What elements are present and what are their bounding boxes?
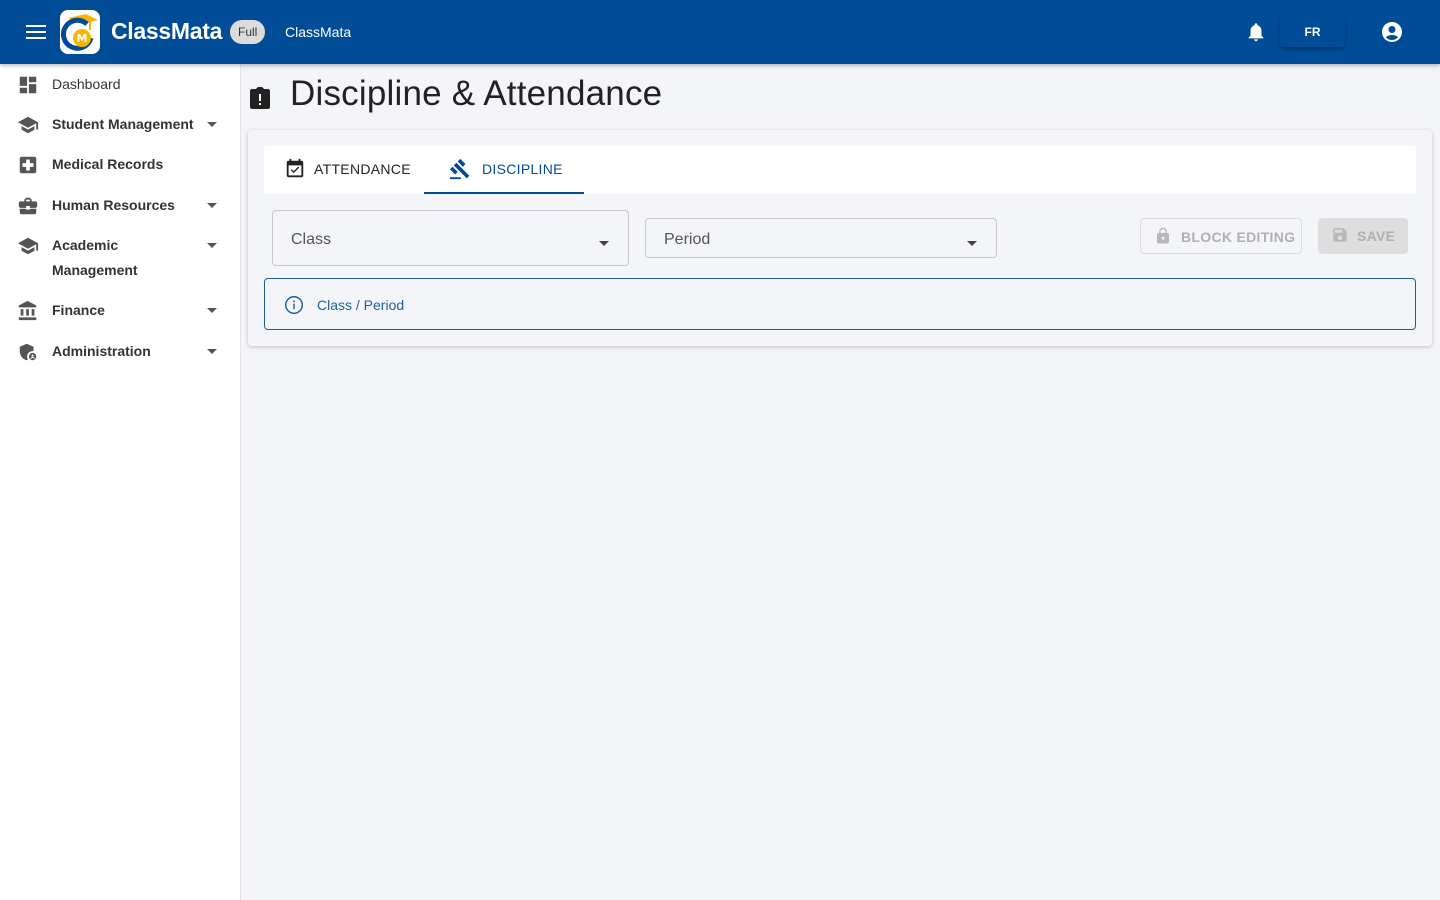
bank-icon xyxy=(17,300,39,322)
app-logo[interactable]: M xyxy=(60,10,100,54)
tab-label: DISCIPLINE xyxy=(482,161,563,177)
sidebar-item-label: Human Resources xyxy=(52,197,175,213)
sidebar-item-administration[interactable]: Administration xyxy=(0,339,240,379)
tab-label: ATTENDANCE xyxy=(314,161,411,177)
sidebar-item-label: Dashboard xyxy=(52,76,121,92)
chevron-down-icon xyxy=(966,235,978,246)
account-circle-icon[interactable] xyxy=(1380,20,1404,44)
info-alert: Class / Period xyxy=(264,278,1416,330)
chevron-down-icon[interactable] xyxy=(205,304,219,318)
info-message: Class / Period xyxy=(317,297,405,313)
brand-name: ClassMata xyxy=(111,18,223,44)
save-label: SAVE xyxy=(1357,228,1396,244)
chevron-down-icon[interactable] xyxy=(205,239,219,253)
block-editing-button[interactable]: BLOCK EDITING xyxy=(1140,218,1302,254)
class-select-label: Class xyxy=(291,231,332,248)
sidebar-item-label: Finance xyxy=(52,302,105,318)
page-title: Discipline & Attendance xyxy=(290,74,663,113)
medical-icon xyxy=(17,154,39,176)
save-button[interactable]: SAVE xyxy=(1318,218,1408,254)
sidebar-item-label: Academic Management xyxy=(52,237,138,278)
period-select[interactable]: Period xyxy=(645,218,997,258)
menu-icon[interactable] xyxy=(24,20,48,44)
discipline-card: ATTENDANCE DISCIPLINE Class Period BLOCK… xyxy=(248,130,1432,346)
plan-badge: Full xyxy=(230,20,266,44)
dashboard-icon xyxy=(17,74,39,96)
chevron-down-icon[interactable] xyxy=(205,345,219,359)
period-select-label: Period xyxy=(664,231,711,248)
block-editing-label: BLOCK EDITING xyxy=(1181,229,1296,245)
tab-discipline[interactable]: DISCIPLINE xyxy=(424,146,584,194)
clipboard-alert-icon xyxy=(249,86,271,110)
language-button[interactable]: FR xyxy=(1280,17,1345,47)
lock-icon xyxy=(1154,227,1172,245)
sidebar-item-label: Administration xyxy=(52,343,151,359)
svg-text:M: M xyxy=(77,32,88,45)
breadcrumb[interactable]: ClassMata xyxy=(285,24,351,40)
tab-bar: ATTENDANCE DISCIPLINE xyxy=(264,146,1416,194)
chevron-down-icon[interactable] xyxy=(205,199,219,213)
sidebar-item-label: Medical Records xyxy=(52,156,164,172)
class-select[interactable]: Class xyxy=(272,210,629,266)
sidebar-item-label: Student Management xyxy=(52,116,194,132)
tab-attendance[interactable]: ATTENDANCE xyxy=(264,146,424,194)
sidebar-item-academic-management[interactable]: Academic Management xyxy=(0,233,240,289)
sidebar-item-human-resources[interactable]: Human Resources xyxy=(0,193,240,233)
info-icon xyxy=(283,294,305,316)
chevron-down-icon[interactable] xyxy=(205,118,219,132)
admin-shield-icon xyxy=(17,341,39,363)
chevron-down-icon xyxy=(598,235,610,246)
briefcase-icon xyxy=(17,195,39,217)
sidebar: Dashboard Student Management Medical Rec… xyxy=(0,64,241,900)
sidebar-item-medical-records[interactable]: Medical Records xyxy=(0,152,240,192)
sidebar-item-student-management[interactable]: Student Management xyxy=(0,112,240,152)
sidebar-item-dashboard[interactable]: Dashboard xyxy=(0,72,240,112)
app-header: M ClassMata Full ClassMata FR xyxy=(0,0,1440,64)
school-icon xyxy=(17,235,39,257)
gavel-icon xyxy=(449,158,471,180)
calendar-check-icon xyxy=(284,158,306,180)
save-icon xyxy=(1331,226,1349,244)
notifications-bell-icon[interactable] xyxy=(1245,21,1267,43)
sidebar-item-finance[interactable]: Finance xyxy=(0,298,240,338)
school-icon xyxy=(17,114,39,136)
